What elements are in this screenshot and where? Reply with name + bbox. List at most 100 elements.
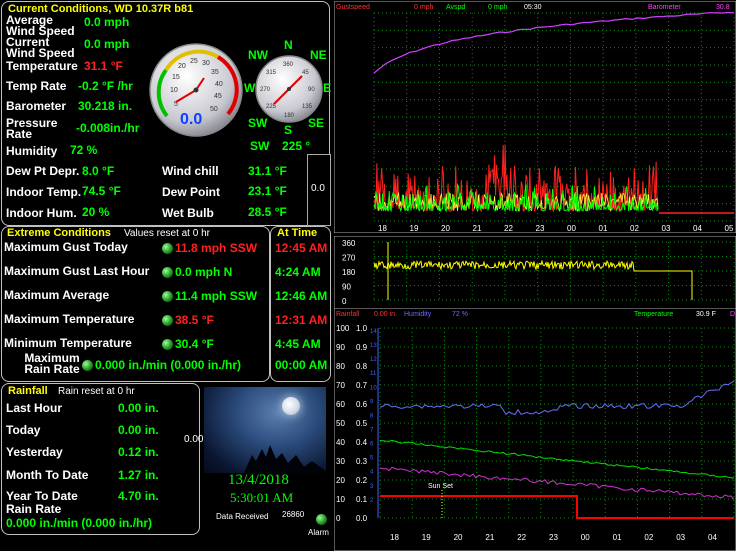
graph-legend: D	[730, 311, 735, 318]
extreme-time: 4:24 AM	[275, 265, 321, 279]
y-tick-label: 70	[336, 381, 345, 390]
y-tick-label: 0.4	[356, 438, 368, 447]
x-tick-label: 23	[549, 533, 558, 542]
y-tick-label: 0	[336, 514, 341, 523]
extreme-value: 11.4 mph SSW	[175, 289, 258, 303]
x-tick-label: 00	[567, 224, 576, 233]
rainfall-label: Last Hour	[6, 401, 63, 415]
extreme-time: 12:31 AM	[275, 313, 328, 327]
humidity-label: Humidity	[6, 144, 58, 158]
y-tick-label: 90	[336, 343, 345, 352]
x-tick-label: 21	[485, 533, 494, 542]
y-tick-label: 0.1	[356, 495, 368, 504]
extreme-label: Minimum Temperature	[4, 336, 132, 350]
barometer-label: Barometer	[6, 99, 67, 113]
extreme-led[interactable]	[82, 360, 93, 371]
indoor-hum-value: 20 %	[82, 205, 110, 219]
rain-rate-value: 0.000 in./min (0.000 in./hr)	[6, 516, 153, 530]
rainfall-value: 0.00 in.	[118, 423, 159, 437]
compass-s: S	[284, 123, 293, 137]
extreme-led[interactable]	[162, 243, 173, 254]
gauge-tick: 40	[215, 81, 223, 88]
x-tick-label: 00	[581, 533, 590, 542]
graph-legend: 0 mph	[488, 4, 508, 11]
graph-legend: Avspd	[446, 4, 465, 11]
extreme-led[interactable]	[162, 339, 173, 350]
wind-direction-compass: 360 315 270 225 180 135 90 45	[255, 55, 323, 123]
x-tick-label: 22	[504, 224, 513, 233]
graph-legend: Barometer	[648, 4, 681, 11]
pressure-rate-label-text: Pressure Rate	[6, 116, 58, 141]
small-readout-box: 0.0	[307, 154, 331, 226]
x-tick-label: 04	[708, 533, 717, 542]
graph-legend: Gustspeed	[336, 4, 370, 11]
indoor-temp-label: Indoor Temp.	[6, 185, 82, 199]
cur-wind-value: 0.0 mph	[84, 37, 130, 51]
y-tick-label: 0	[342, 297, 347, 306]
mid-tick-label: 11	[370, 371, 377, 377]
y-tick-label: 90	[342, 283, 351, 292]
compass-tick: 360	[283, 62, 294, 68]
y-tick-label: 0.0	[356, 514, 368, 523]
x-tick-label: 04	[693, 224, 702, 233]
y-tick-label: 0.6	[356, 400, 368, 409]
y-tick-label: 0.8	[356, 362, 368, 371]
indoor-hum-label: Indoor Hum.	[6, 206, 77, 220]
x-tick-label: 23	[536, 224, 545, 233]
wind-chill-value: 31.1 °F	[248, 164, 287, 178]
extreme-label: Maximum Temperature	[4, 312, 135, 326]
mid-tick-label: 14	[370, 329, 377, 335]
mid-tick-label: 13	[370, 343, 377, 349]
current-conditions-panel: Current Conditions, WD 10.37R b81 Averag…	[1, 1, 331, 226]
graph-frame	[334, 236, 736, 310]
extreme-value: 0.000 in./min (0.000 in./hr)	[95, 358, 242, 372]
x-tick-label: 19	[410, 224, 419, 233]
temperature-label: Temperature	[6, 59, 78, 73]
wind-chill-label: Wind chill	[162, 164, 219, 178]
graph-legend: Humidity	[404, 311, 432, 318]
rainfall-panel: Rainfall Rain reset at 0 hr Last Hour 0.…	[1, 383, 200, 535]
graph-legend: Rainfall	[336, 311, 360, 318]
x-tick-label: 01	[599, 224, 608, 233]
y-tick-label: 0.3	[356, 457, 368, 466]
extreme-time: 00:00 AM	[275, 358, 328, 372]
extreme-time: 12:46 AM	[275, 289, 328, 303]
extreme-label: Maximum Gust Today	[4, 240, 128, 254]
at-time-panel: At Time 12:45 AM 4:24 AM 12:46 AM 12:31 AM 4…	[270, 226, 331, 382]
rainfall-label: Yesterday	[6, 445, 63, 459]
wind-speed-gauge: 5 10 15 20 25 30 35 40 45 50 0.0	[149, 43, 243, 137]
extreme-label: Maximum Average	[4, 288, 110, 302]
extreme-value: 0.0 mph N	[175, 265, 233, 279]
extreme-led[interactable]	[162, 291, 173, 302]
extreme-value: 11.8 mph SSW	[175, 241, 258, 255]
compass-tick: 45	[302, 70, 309, 76]
x-tick-label: 01	[613, 533, 622, 542]
temperature-value: 31.1 °F	[84, 59, 123, 73]
webcam-image[interactable]	[204, 387, 326, 473]
y-tick-label: 0.5	[356, 419, 368, 428]
alarm-led[interactable]	[316, 514, 327, 525]
x-tick-label: 03	[676, 533, 685, 542]
extreme-value: 38.5 °F	[175, 313, 214, 327]
tree-silhouette	[244, 445, 326, 473]
sunset-label: Sun Set	[428, 483, 453, 490]
wind-direction-graph: 360 270 180 90 0	[334, 236, 736, 310]
y-tick-label: 20	[336, 476, 345, 485]
dew-depr-label: Dew Pt Depr.	[6, 164, 80, 178]
webcam-date: 13/4/2018	[228, 472, 289, 488]
rainfall-label: Year To Date	[6, 489, 78, 503]
rainfall-value: 4.70 in.	[118, 489, 159, 503]
gauge-tick: 35	[211, 69, 219, 76]
y-tick-label: 80	[336, 362, 345, 371]
at-time-title: At Time	[277, 227, 318, 239]
x-tick-label: 03	[662, 224, 671, 233]
y-tick-label: 60	[336, 400, 345, 409]
avg-wind-value: 0.0 mph	[84, 15, 130, 29]
moon-icon	[282, 397, 300, 415]
extreme-led[interactable]	[162, 267, 173, 278]
wind-barometer-graph: Gustspeed 0 mph Avspd 0 mph 05:30 Barometer 30…	[334, 1, 736, 233]
extreme-led[interactable]	[162, 315, 173, 326]
x-tick-label: 21	[473, 224, 482, 233]
dew-depr-value: 8.0 °F	[82, 164, 115, 178]
extreme-time: 12:45 AM	[275, 241, 328, 255]
